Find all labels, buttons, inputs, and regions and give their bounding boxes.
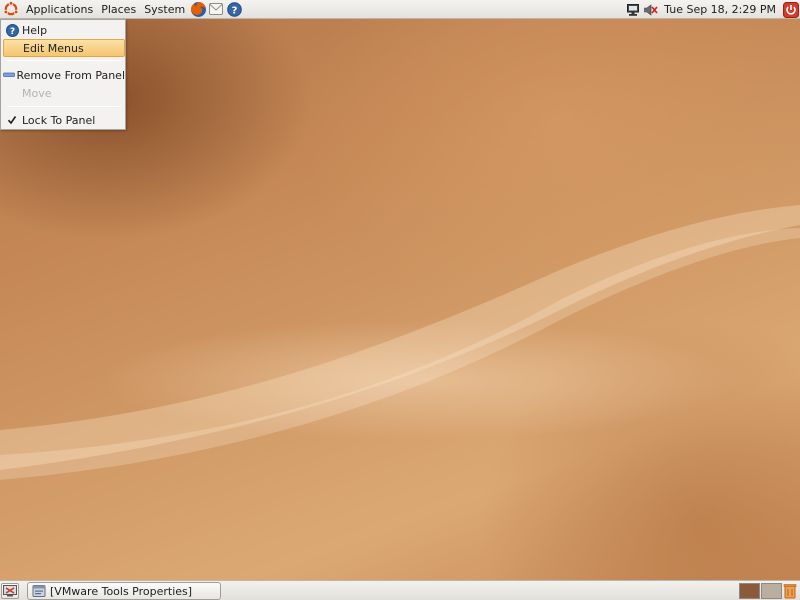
remove-icon: [3, 66, 16, 84]
mail-icon[interactable]: [207, 0, 225, 18]
power-icon[interactable]: [782, 1, 800, 19]
menu-separator: [7, 60, 121, 61]
top-panel-tray: Tue Sep 18, 2:29 PM: [624, 0, 800, 19]
help-icon[interactable]: ?: [225, 0, 243, 18]
checkmark-icon: [3, 111, 21, 129]
workspace-1[interactable]: [739, 583, 760, 599]
menu-item-label: Remove From Panel: [16, 68, 125, 82]
applications-menu[interactable]: Applications: [22, 0, 97, 19]
network-icon[interactable]: [624, 1, 642, 19]
vmware-tools-icon: [32, 585, 46, 597]
clock[interactable]: Tue Sep 18, 2:29 PM: [660, 3, 782, 16]
svg-text:?: ?: [231, 5, 237, 16]
top-panel: Applications Places System ? Tue Sep 18,…: [0, 0, 800, 19]
menu-separator: [7, 106, 121, 107]
show-desktop-button[interactable]: [1, 583, 19, 599]
taskbar-window-label: [VMware Tools Properties]: [50, 584, 193, 598]
menu-item-label: Help: [22, 23, 48, 37]
trash-icon[interactable]: [782, 583, 798, 599]
svg-text:?: ?: [9, 26, 14, 36]
menu-item-lock-to-panel[interactable]: Lock To Panel: [3, 111, 125, 129]
panel-context-menu: ? Help Edit Menus Remove From Panel Move…: [0, 19, 126, 130]
menu-item-edit-menus[interactable]: Edit Menus: [3, 39, 125, 57]
menu-item-move: Move: [3, 84, 125, 102]
firefox-icon[interactable]: [189, 0, 207, 18]
volume-icon[interactable]: [642, 1, 660, 19]
workspace-2[interactable]: [761, 583, 782, 599]
menu-item-label: Lock To Panel: [22, 113, 96, 127]
menu-item-help[interactable]: ? Help: [3, 21, 125, 39]
show-desktop-icon: [3, 585, 17, 597]
menu-item-label: Edit Menus: [23, 41, 84, 55]
places-menu[interactable]: Places: [97, 0, 140, 19]
help-icon: ?: [3, 21, 21, 39]
bottom-panel: [VMware Tools Properties]: [0, 580, 800, 600]
menu-item-remove-from-panel[interactable]: Remove From Panel: [3, 66, 125, 84]
system-menu[interactable]: System: [140, 0, 189, 19]
menu-item-label: Move: [22, 86, 52, 100]
ubuntu-logo-icon[interactable]: [0, 0, 22, 18]
taskbar-window-button[interactable]: [VMware Tools Properties]: [27, 582, 221, 600]
